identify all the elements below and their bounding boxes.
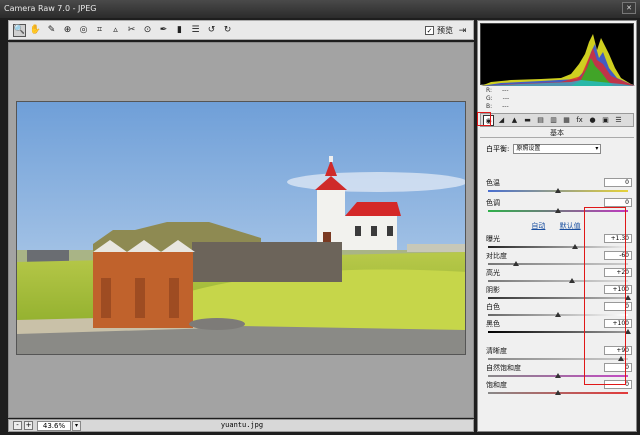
window-title: Camera Raw 7.0 - JPEG [4, 4, 97, 13]
rgb-readout: R: --- G: --- B: --- [486, 87, 509, 111]
b-value: --- [502, 103, 509, 110]
tab-tone-curve-icon[interactable]: ◢ [496, 115, 507, 126]
white-balance-label: 白平衡: [486, 145, 510, 153]
histogram-graph [481, 34, 635, 86]
tab-presets-icon[interactable]: ▣ [600, 115, 611, 126]
tab-hsl-icon[interactable]: ▬ [522, 115, 533, 126]
slider-thumb[interactable] [555, 208, 561, 213]
highlight-values [584, 207, 626, 385]
slider-label: 色调 [486, 199, 500, 207]
fullscreen-icon[interactable]: ⇥ [456, 24, 469, 37]
target-adjust-icon[interactable]: ◎ [77, 24, 90, 37]
rotate-ccw-icon[interactable]: ↺ [205, 24, 218, 37]
tab-lens-corrections-icon[interactable]: ▥ [548, 115, 559, 126]
r-label: R: [486, 87, 493, 94]
white-balance-row: 白平衡: 原照设置 [486, 143, 632, 155]
color-sampler-icon[interactable]: ⊕ [61, 24, 74, 37]
graduated-filter-icon[interactable]: ▮ [173, 24, 186, 37]
slider-label: 色温 [486, 179, 500, 187]
slider-thumb[interactable] [555, 188, 561, 193]
slider-label: 清晰度 [486, 347, 507, 355]
slider-thumb[interactable] [555, 373, 561, 378]
spot-removal-icon[interactable]: ✂ [125, 24, 138, 37]
slider-thumb[interactable] [555, 390, 561, 395]
default-link[interactable]: 默认值 [560, 222, 581, 230]
slider-value-field[interactable]: 0 [604, 178, 632, 187]
slider-thumb[interactable] [569, 278, 575, 283]
white-balance-select[interactable]: 原照设置 [513, 144, 602, 154]
eyedropper-icon[interactable]: ✎ [45, 24, 58, 37]
toolbar: 🔍 ✋ ✎ ⊕ ◎ ⌗ ▵ ✂ ⊙ ✒ ▮ ☰ ↺ ↻ ✓ 预览 ⇥ [8, 20, 474, 40]
slider-label: 曝光 [486, 235, 500, 243]
close-button[interactable]: ✕ [622, 2, 636, 14]
preview-label: 预览 [437, 26, 453, 35]
tab-fx-icon[interactable]: fx [574, 115, 585, 126]
adjustment-brush-icon[interactable]: ✒ [157, 24, 170, 37]
preview-checkbox[interactable]: ✓ [425, 26, 434, 35]
slider-label: 白色 [486, 303, 500, 311]
preview-toggle: ✓ 预览 ⇥ [425, 24, 469, 37]
g-label: G: [486, 95, 493, 102]
b-label: B: [486, 103, 493, 110]
highlight-basic-tab [477, 112, 491, 126]
tab-camera-calibration-icon[interactable]: ● [587, 115, 598, 126]
red-eye-icon[interactable]: ⊙ [141, 24, 154, 37]
photo-image [17, 102, 465, 354]
filename-label: yuantu.jpg [220, 421, 264, 429]
slider-row: 色温 0 [486, 178, 632, 196]
panel-title: 基本 [480, 128, 634, 138]
crop-icon[interactable]: ⌗ [93, 24, 106, 37]
g-value: --- [502, 95, 510, 102]
slider-thumb[interactable] [571, 244, 578, 249]
slider-value-field[interactable]: 0 [604, 198, 632, 207]
r-value: --- [502, 87, 509, 94]
slider-label: 高光 [486, 269, 500, 277]
hand-tool-icon[interactable]: ✋ [29, 24, 42, 37]
title-bar: Camera Raw 7.0 - JPEG ✕ [0, 0, 640, 18]
window-controls: ✕ [622, 2, 636, 14]
slider-label: 自然饱和度 [486, 364, 521, 372]
status-bar: - + 43.6% ▾ yuantu.jpg [8, 419, 474, 432]
slider-label: 饱和度 [486, 381, 507, 389]
tab-effects-icon[interactable]: ▦ [561, 115, 572, 126]
zoom-tool-icon[interactable]: 🔍 [13, 23, 26, 37]
slider-label: 阴影 [486, 286, 500, 294]
photo-preview[interactable] [16, 101, 466, 355]
straighten-icon[interactable]: ▵ [109, 24, 122, 37]
tab-detail-icon[interactable]: ▲ [509, 115, 520, 126]
slider-thumb[interactable] [555, 312, 561, 317]
tab-snapshots-icon[interactable]: ☰ [613, 115, 624, 126]
tab-split-toning-icon[interactable]: ▤ [535, 115, 546, 126]
image-canvas[interactable] [8, 42, 474, 418]
slider-thumb[interactable] [513, 261, 519, 266]
slider-label: 黑色 [486, 320, 500, 328]
rotate-cw-icon[interactable]: ↻ [221, 24, 234, 37]
auto-link[interactable]: 自动 [531, 222, 545, 230]
slider-label: 对比度 [486, 252, 507, 260]
preferences-icon[interactable]: ☰ [189, 24, 202, 37]
panel-tabs: ◉ ◢ ▲ ▬ ▤ ▥ ▦ fx ● ▣ ☰ [480, 113, 634, 127]
histogram [480, 23, 635, 86]
